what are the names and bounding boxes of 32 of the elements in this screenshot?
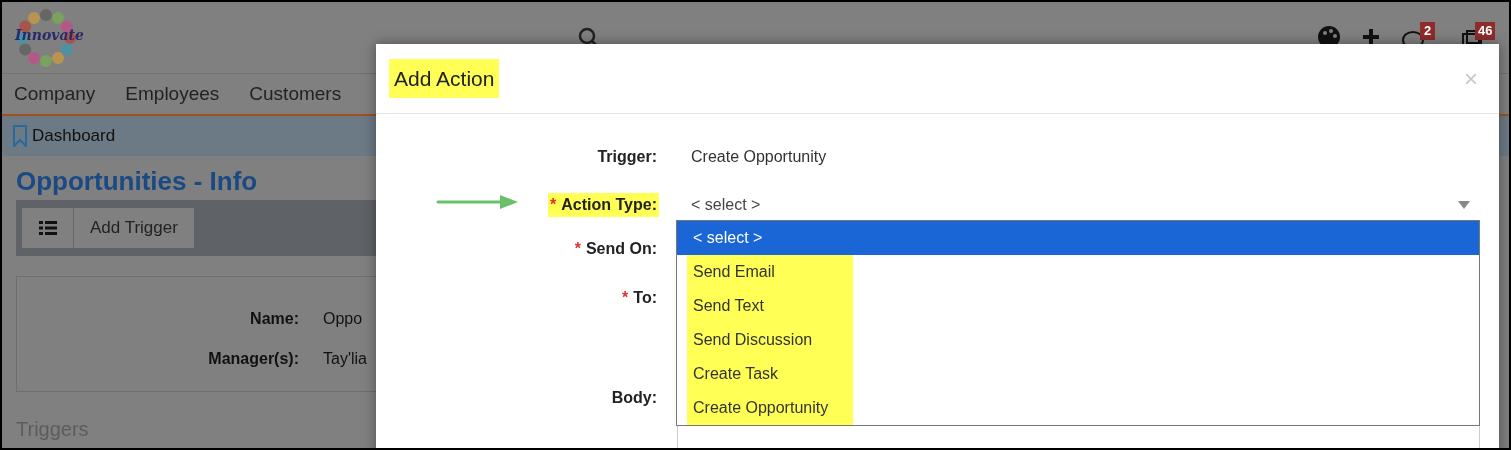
nav-item[interactable]: Employees	[125, 79, 220, 109]
dropdown-option[interactable]: Send Text	[677, 289, 1479, 323]
notification-badge: 2	[1420, 22, 1436, 40]
breadcrumb-link[interactable]: Dashboard	[32, 123, 116, 149]
field-value: Tay'lia	[323, 349, 367, 369]
field-label: Manager(s):	[207, 349, 299, 369]
bookmark-icon	[12, 125, 28, 147]
nav-item[interactable]: Customers	[249, 79, 342, 109]
dropdown-option[interactable]: Send Email	[677, 255, 1479, 289]
add-trigger-button[interactable]: Add Trigger	[74, 208, 194, 248]
plus-icon[interactable]	[1361, 27, 1381, 47]
page-title: Opportunities - Info	[16, 165, 259, 198]
field-label: Name:	[249, 309, 299, 329]
nav-item[interactable]: Company	[14, 79, 96, 109]
field-label: * To:	[621, 288, 658, 308]
notification-badge: 46	[1475, 22, 1496, 40]
list-view-button[interactable]	[22, 208, 74, 248]
dialog-title: Add Action	[389, 58, 500, 99]
logo-text: Innovate	[15, 25, 84, 45]
dropdown-arrow-icon	[1458, 201, 1470, 209]
dropdown-option[interactable]: Send Discussion	[677, 323, 1479, 357]
dropdown-option[interactable]: Create Task	[677, 357, 1479, 391]
dropdown-option[interactable]: < select >	[677, 221, 1479, 255]
field-label: * Action Type:	[548, 193, 659, 217]
dropdown-option[interactable]: Create Opportunity	[677, 391, 1479, 425]
list-icon	[38, 221, 57, 235]
field-label: * Send On:	[573, 239, 658, 259]
field-label: Body:	[610, 388, 658, 408]
action-type-select[interactable]: < select >	[677, 190, 1480, 220]
field-value: Create Opportunity	[691, 147, 827, 167]
field-label: Trigger:	[596, 147, 658, 167]
field-value: Oppo	[323, 309, 363, 329]
